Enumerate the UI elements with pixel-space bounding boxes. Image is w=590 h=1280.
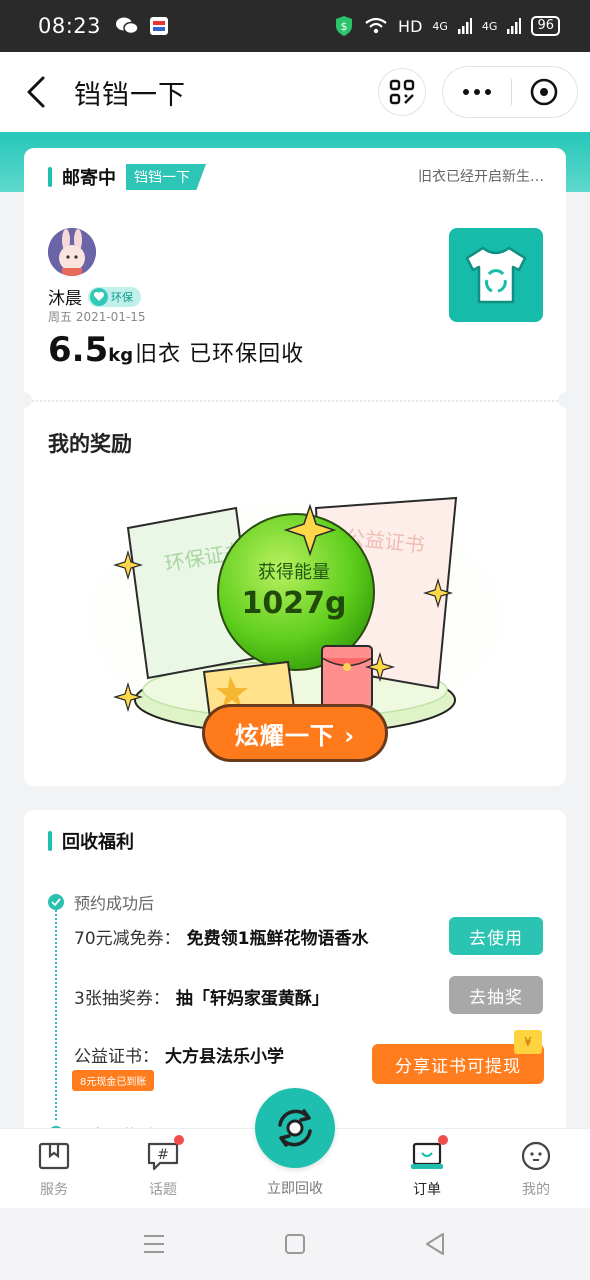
more-button[interactable] [443,89,511,95]
energy-value: 1027g [241,586,347,621]
wechat-icon [116,17,139,35]
orders-red-dot [438,1135,448,1145]
cash-coin-icon: ¥ [514,1030,542,1054]
mini-program-navbar: 铛铛一下 [0,52,590,132]
recycle-order-card: 邮寄中 铛铛一下 旧衣已经开启新生… 沐晨 环保 周五 2021-01-15 6… [16,148,574,786]
back-button[interactable] [6,52,66,132]
tab-orders[interactable]: 订单 [387,1135,467,1199]
weight-text: 旧衣 已环保回收 [135,342,305,367]
capsule-menu [442,66,578,118]
status-note: 旧衣已经开启新生… [418,169,544,185]
benefit-value: 大方县法乐小学 [165,1047,284,1067]
signal-1-label: 4G [432,19,448,33]
timeline-line [55,910,57,1120]
hashtag-chat-icon: # [146,1135,184,1171]
close-circle-icon [530,78,558,106]
status-bar: 08:23 $ HD 4G 4G 96 [0,0,590,52]
page-title: 铛铛一下 [74,79,186,111]
back-triangle-icon[interactable] [424,1232,446,1256]
benefit-row-lottery: 3张抽奖券： 抽「轩妈家蛋黄酥」 [74,984,329,1009]
step-label: 预约成功后 [74,894,155,913]
tab-topics[interactable]: # 话题 [123,1135,203,1199]
red-envelope-icon [321,645,373,709]
cash-received-badge: 8元现金已到账 [72,1070,155,1091]
tshirt-recycle-icon [465,246,527,304]
order-status: 邮寄中 [62,168,116,189]
scan-button[interactable] [378,68,426,116]
signal-2-label: 4G [481,19,498,33]
close-button[interactable] [512,77,578,107]
system-nav-bar [0,1208,590,1280]
home-square-icon[interactable] [284,1233,306,1255]
brand-tag: 铛铛一下 [126,164,206,190]
smiley-face-icon [519,1141,553,1171]
rabbit-avatar-icon [48,228,96,276]
step-booked: 预约成功后 [48,890,154,914]
reward-section-title: 我的奖励 [48,432,132,456]
username-row: 沐晨 环保 [48,284,141,309]
status-time: 08:23 [38,14,102,38]
app-notification-icon [150,17,169,35]
eco-badge-label: 环保 [111,290,133,304]
bookmark-book-icon [37,1141,71,1171]
recycle-now-button[interactable] [255,1088,335,1168]
order-laptop-icon [410,1135,448,1171]
order-status-header: 邮寄中 铛铛一下 [48,164,206,190]
heart-icon [90,287,108,306]
tab-label: 服务 [40,1182,68,1198]
benefit-key: 70元减免券： [74,929,181,949]
show-off-button[interactable]: 炫耀一下 › [202,704,388,762]
benefit-value: 抽「轩妈家蛋黄酥」 [175,989,329,1009]
benefit-row-coupon: 70元减免券： 免费领1瓶鲜花物语香水 [74,924,368,949]
benefit-value: 免费领1瓶鲜花物语香水 [186,929,369,949]
check-icon [48,894,64,910]
scan-icon [389,79,415,105]
benefits-title: 回收福利 [62,832,134,853]
menu-lines-icon[interactable] [143,1234,165,1254]
eco-badge: 环保 [88,286,141,307]
network-type: HD [398,16,423,36]
tab-label: 订单 [413,1182,441,1198]
benefit-row-certificate: 公益证书： 大方县法乐小学 [74,1042,284,1067]
weight-summary: 6.5 kg 旧衣 已环保回收 [48,330,304,370]
order-date: 周五 2021-01-15 [48,310,146,324]
tab-label: 话题 [149,1182,177,1198]
svg-text:$: $ [341,20,348,33]
recycle-arrows-icon [278,1109,312,1147]
benefits-header: 回收福利 [48,828,134,854]
username: 沐晨 [48,289,82,309]
wifi-icon [365,17,387,34]
dotted-divider [24,400,566,402]
chevron-left-icon [27,76,45,108]
benefit-key: 公益证书： [74,1047,159,1067]
battery-icon: 96 [531,16,560,36]
svg-text:#: # [157,1147,169,1163]
recycle-now-label: 立即回收 [267,1181,323,1197]
security-shield-icon: $ [336,16,353,36]
clothes-recycle-thumbnail [449,228,543,322]
weight-unit: kg [108,345,134,366]
topics-red-dot [174,1135,184,1145]
benefit-key: 3张抽奖券： [74,989,170,1009]
tab-service[interactable]: 服务 [14,1141,94,1199]
energy-label: 获得能量 [258,562,330,583]
use-coupon-button[interactable]: 去使用 [449,917,543,955]
signal-1-icon [457,18,472,34]
signal-2-icon [507,18,522,34]
tab-me[interactable]: 我的 [496,1141,576,1199]
draw-lottery-button[interactable]: 去抽奖 [449,976,543,1014]
weight-value: 6.5 [48,330,109,370]
tab-label: 我的 [522,1182,550,1198]
avatar[interactable] [48,228,96,276]
